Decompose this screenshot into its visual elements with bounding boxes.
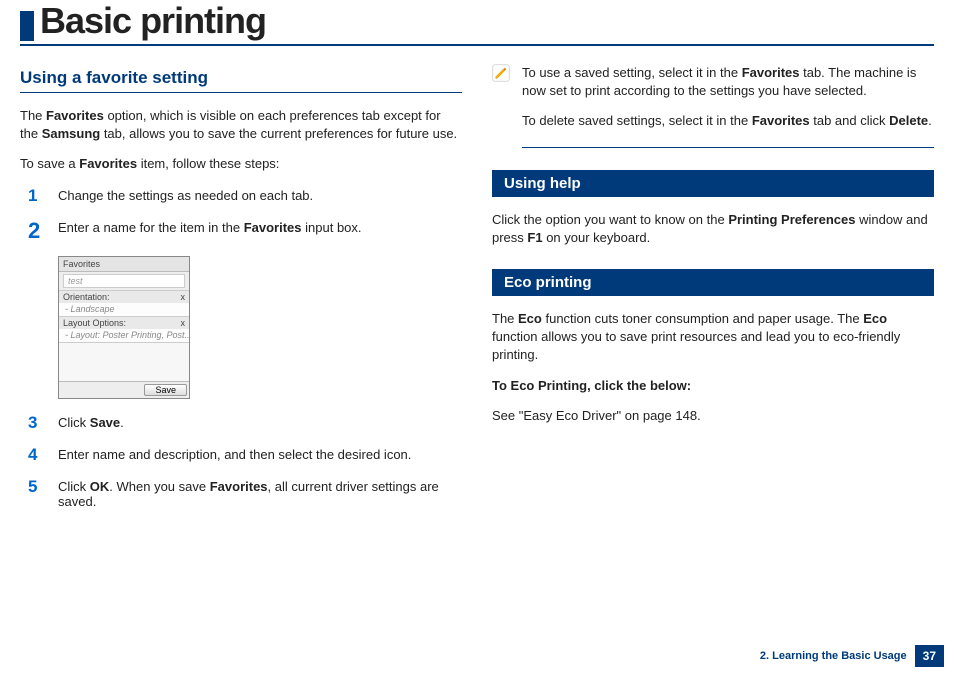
note-paragraph-1: To use a saved setting, select it in the… (522, 64, 934, 100)
section-title-favorite: Using a favorite setting (20, 68, 462, 93)
step-3: 3 Click Save. (20, 413, 462, 433)
page-title-row: Basic printing (20, 0, 934, 46)
favorites-empty-area (59, 342, 189, 381)
tosave-paragraph: To save a Favorites item, follow these s… (20, 155, 462, 173)
save-button[interactable]: Save (144, 384, 187, 396)
step-1: 1 Change the settings as needed on each … (20, 186, 462, 206)
step-number: 2 (20, 218, 58, 244)
step-4: 4 Enter name and description, and then s… (20, 445, 462, 465)
intro-paragraph: The Favorites option, which is visible o… (20, 107, 462, 143)
favorites-row-orientation: Orientation:x (59, 290, 189, 303)
step-body: Enter name and description, and then sel… (58, 445, 462, 462)
favorites-name-input[interactable]: test (63, 274, 185, 288)
footer-page-number: 37 (915, 645, 944, 667)
note-paragraph-2: To delete saved settings, select it in t… (522, 112, 934, 130)
help-paragraph: Click the option you want to know on the… (492, 211, 934, 247)
step-5: 5 Click OK. When you save Favorites, all… (20, 477, 462, 509)
step-number: 3 (20, 413, 58, 433)
page-title: Basic printing (40, 0, 266, 44)
section-bar-help: Using help (492, 170, 934, 197)
note-box: To use a saved setting, select it in the… (492, 64, 934, 148)
close-icon[interactable]: x (181, 292, 186, 302)
close-icon[interactable]: x (181, 318, 186, 328)
step-number: 5 (20, 477, 58, 497)
step-number: 1 (20, 186, 58, 206)
eco-paragraph: The Eco function cuts toner consumption … (492, 310, 934, 365)
right-column: To use a saved setting, select it in the… (492, 64, 934, 521)
step-body: Change the settings as needed on each ta… (58, 186, 462, 203)
section-bar-eco: Eco printing (492, 269, 934, 296)
favorites-screenshot: Favorites test Orientation:x - Landscape… (58, 256, 462, 399)
step-body: Enter a name for the item in the Favorit… (58, 218, 462, 235)
title-accent (20, 11, 34, 41)
eco-see-line: See "Easy Eco Driver" on page 148. (492, 407, 934, 425)
favorites-panel-title: Favorites (59, 257, 189, 272)
step-body: Click Save. (58, 413, 462, 430)
eco-bold-line: To Eco Printing, click the below: (492, 377, 934, 395)
footer-chapter: 2. Learning the Basic Usage (760, 650, 907, 662)
page-footer: 2. Learning the Basic Usage 37 (760, 645, 944, 667)
step-number: 4 (20, 445, 58, 465)
step-body: Click OK. When you save Favorites, all c… (58, 477, 462, 509)
favorites-row-orientation-value: - Landscape (59, 303, 189, 316)
favorites-row-layout-value: - Layout: Poster Printing, Post... (59, 329, 189, 342)
left-column: Using a favorite setting The Favorites o… (20, 64, 462, 521)
favorites-row-layout: Layout Options:x (59, 316, 189, 329)
step-2: 2 Enter a name for the item in the Favor… (20, 218, 462, 244)
note-pencil-icon (492, 64, 512, 85)
